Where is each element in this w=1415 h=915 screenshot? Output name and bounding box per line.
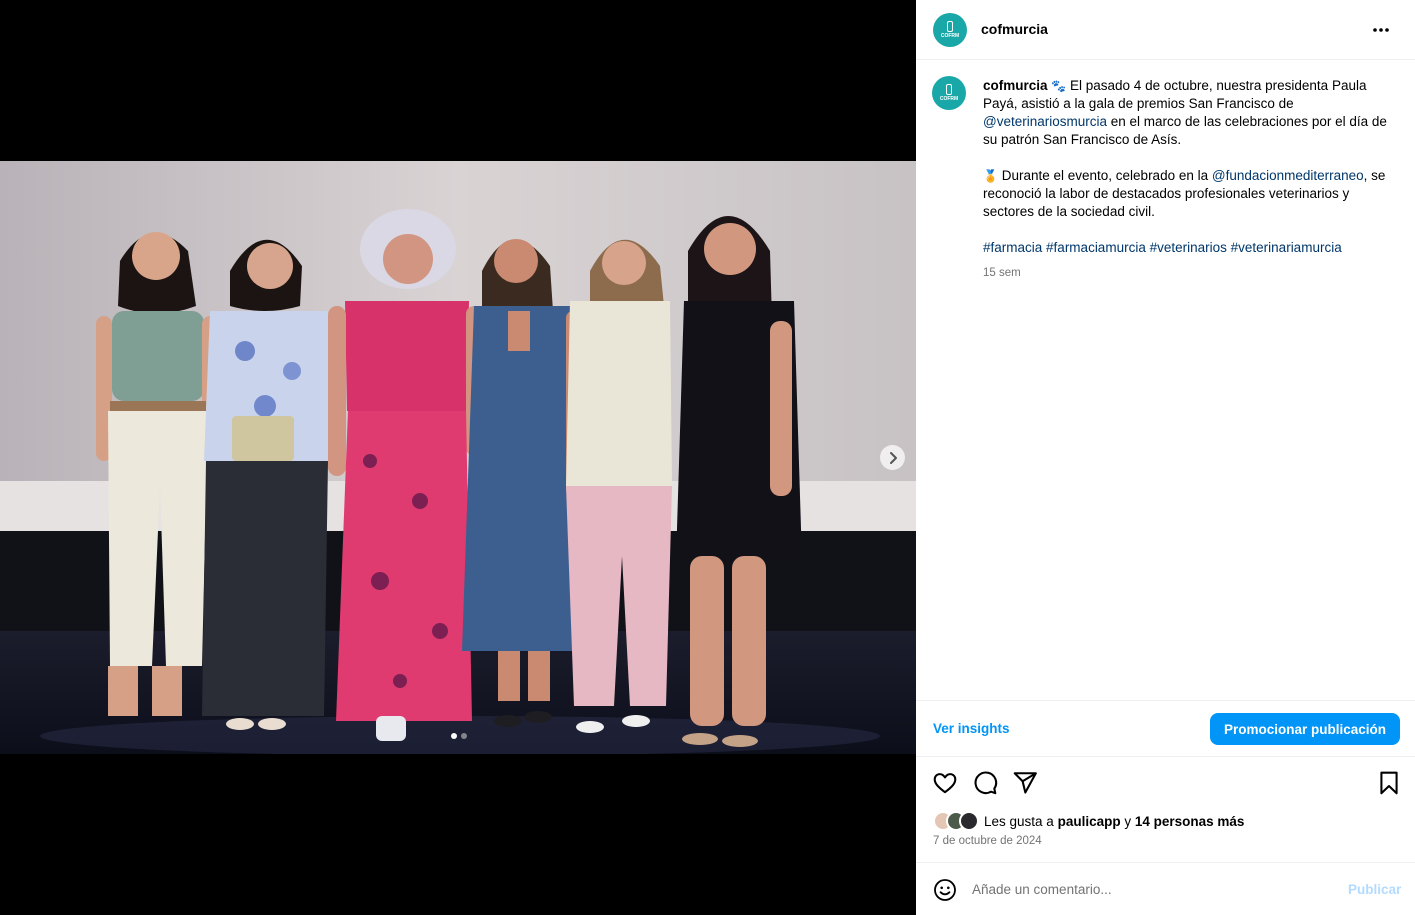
comment-bar: Publicar: [916, 862, 1415, 915]
hashtag[interactable]: #veterinariamurcia: [1231, 240, 1342, 255]
carousel-indicator: [451, 733, 467, 739]
bookmark-icon: [1380, 771, 1398, 795]
promote-post-button[interactable]: Promocionar publicación: [1210, 713, 1400, 745]
emoji-icon: [934, 879, 956, 901]
likes-prefix: Les gusta a: [984, 813, 1054, 829]
comment-input[interactable]: [972, 877, 1332, 901]
like-button[interactable]: [932, 770, 958, 796]
mention-fundacionmediterraneo[interactable]: @fundacionmediterraneo: [1212, 168, 1364, 183]
logo-icon: [946, 84, 952, 95]
avatar-label: COFRM: [940, 33, 960, 39]
publish-comment-button[interactable]: Publicar: [1348, 882, 1401, 897]
more-options-button[interactable]: [1368, 18, 1398, 42]
save-button[interactable]: [1376, 770, 1402, 796]
paw-emoji: 🐾: [1051, 79, 1067, 93]
caption-time-ago[interactable]: 15 sem: [983, 264, 1395, 282]
post-caption: COFRM cofmurcia 🐾 El pasado 4 de octubre…: [916, 60, 1415, 700]
heart-icon: [933, 773, 957, 794]
avatar[interactable]: COFRM: [933, 13, 967, 47]
hashtag-list: #farmacia #farmaciamurcia #veterinarios …: [983, 239, 1395, 257]
liker-avatar: [959, 811, 979, 831]
post-header: COFRM cofmurcia: [916, 0, 1415, 60]
likes-summary: Les gusta a paulicapp y 14 personas más: [933, 811, 1244, 831]
post-username[interactable]: cofmurcia: [981, 21, 1048, 37]
hashtag[interactable]: #farmaciamurcia: [1046, 240, 1146, 255]
carousel-dot-active: [451, 733, 457, 739]
emoji-picker-button[interactable]: [933, 878, 957, 902]
post-date[interactable]: 7 de octubre de 2024: [933, 835, 1042, 847]
post-photo[interactable]: [0, 161, 916, 754]
post-side-panel: COFRM cofmurcia COFRM cofmurcia 🐾 El pas…: [916, 0, 1415, 915]
more-icon: [1373, 28, 1389, 32]
share-icon: [1013, 772, 1037, 794]
group-photo-image: [0, 161, 916, 754]
caption-avatar[interactable]: COFRM: [932, 76, 966, 110]
insights-bar: Ver insights Promocionar publicación: [916, 700, 1415, 757]
likes-text[interactable]: Les gusta a paulicapp y 14 personas más: [984, 814, 1244, 829]
caption-text-3: Durante el evento, celebrado en la: [1001, 168, 1209, 183]
likes-connector: y: [1124, 813, 1132, 829]
post-actions: [916, 758, 1415, 808]
chevron-right-icon: [889, 451, 897, 464]
logo-icon: [947, 21, 953, 32]
view-insights-link[interactable]: Ver insights: [933, 721, 1010, 736]
comment-button[interactable]: [972, 770, 998, 796]
hashtag[interactable]: #farmacia: [983, 240, 1042, 255]
carousel-dot: [461, 733, 467, 739]
likes-user[interactable]: paulicapp: [1058, 814, 1121, 829]
hashtag[interactable]: #veterinarios: [1150, 240, 1227, 255]
person-2: [202, 239, 334, 730]
comment-icon: [974, 771, 998, 795]
post-media: [0, 0, 916, 915]
mention-veterinariosmurcia[interactable]: @veterinariosmurcia: [983, 114, 1107, 129]
share-button[interactable]: [1012, 770, 1038, 796]
caption-text: cofmurcia 🐾 El pasado 4 de octubre, nues…: [983, 77, 1395, 282]
carousel-next-button[interactable]: [880, 445, 905, 470]
medal-emoji: 🏅: [983, 169, 998, 183]
avatar-label: COFRM: [939, 96, 959, 102]
likes-others[interactable]: 14 personas más: [1135, 814, 1245, 829]
caption-username[interactable]: cofmurcia: [983, 78, 1048, 93]
